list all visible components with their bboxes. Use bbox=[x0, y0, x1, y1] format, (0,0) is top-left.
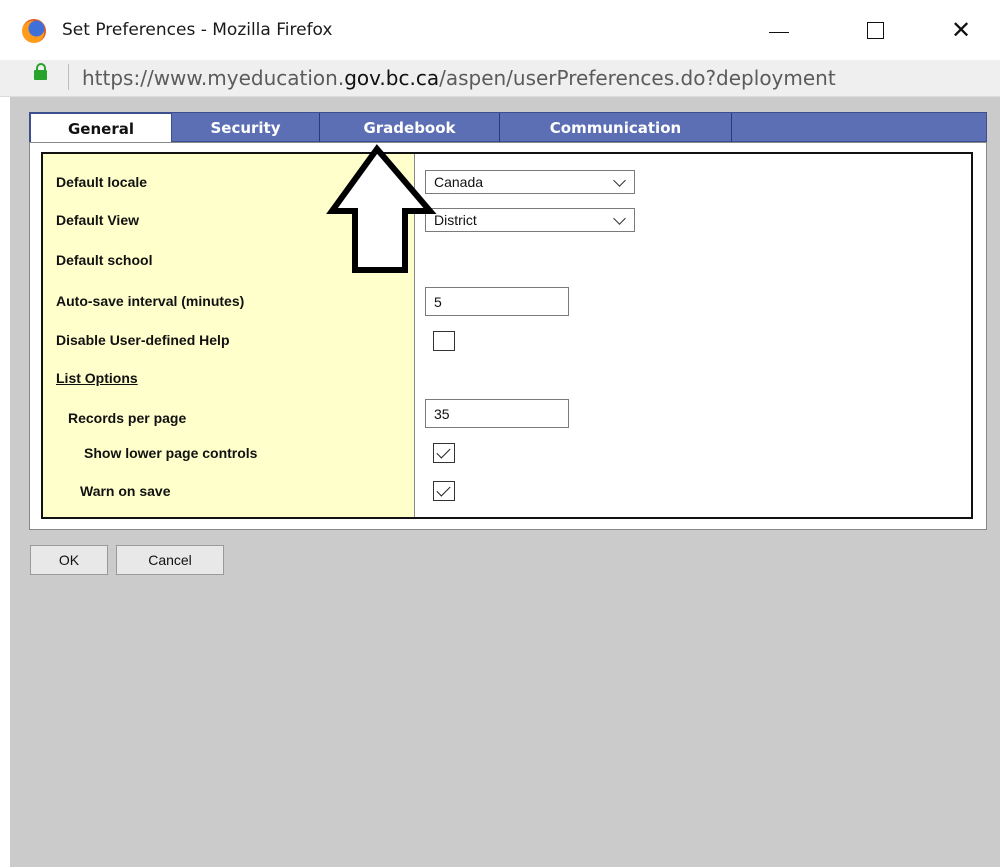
up-arrow-icon bbox=[326, 144, 437, 273]
